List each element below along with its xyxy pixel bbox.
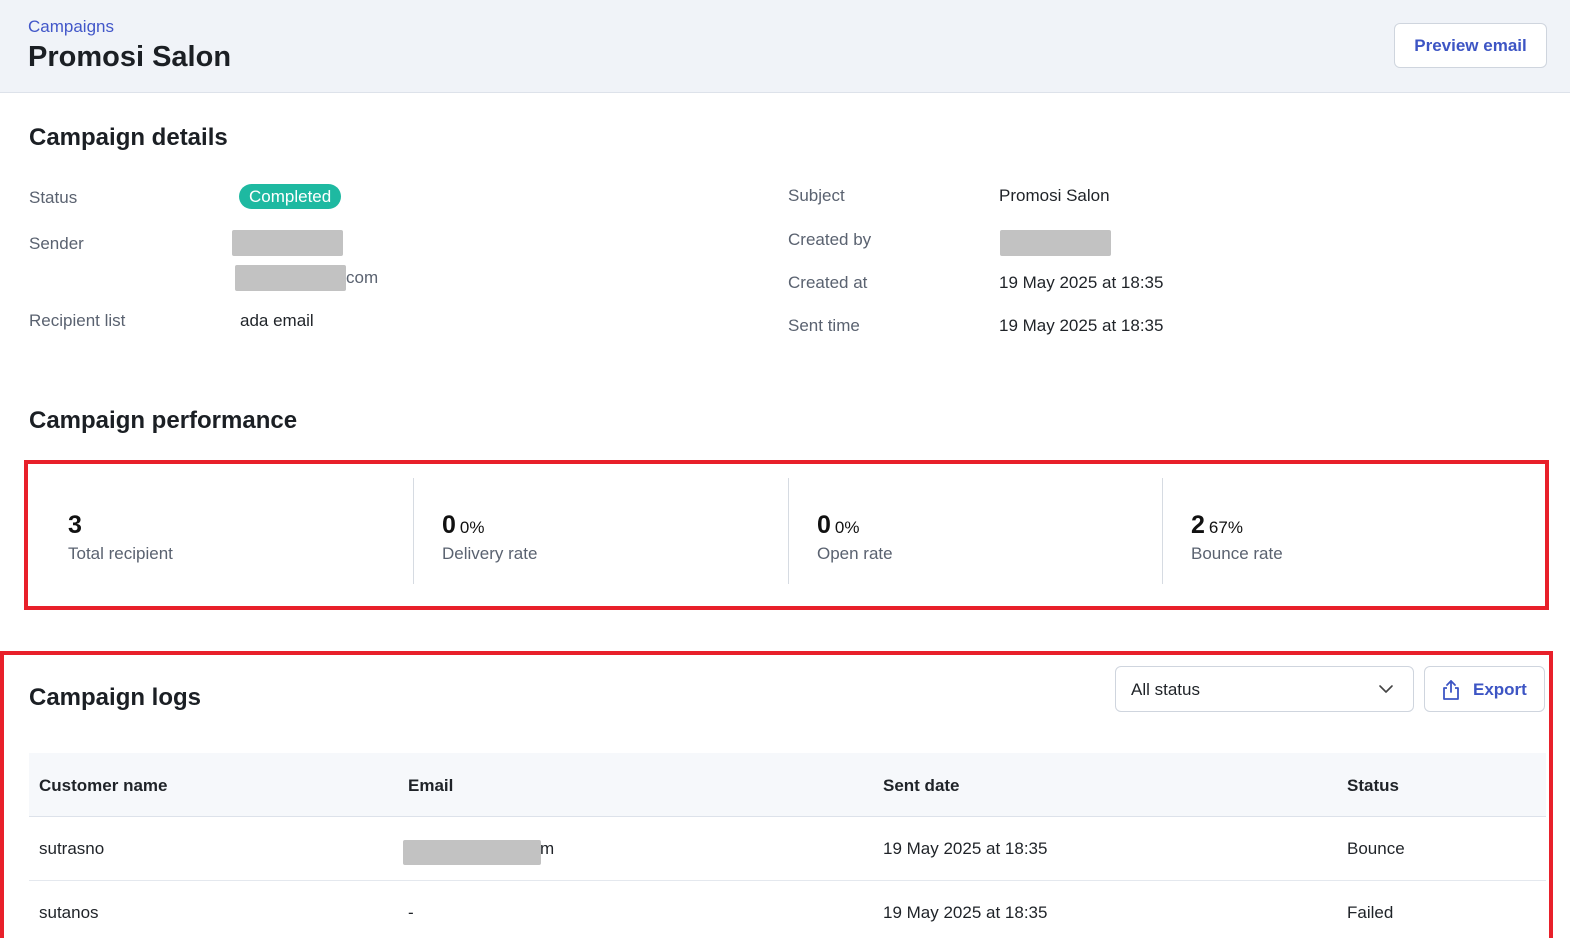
metric-divider bbox=[1162, 478, 1163, 584]
sent-time-value: 19 May 2025 at 18:35 bbox=[999, 316, 1164, 335]
column-customer-name[interactable]: Customer name bbox=[39, 776, 167, 796]
campaign-logs-title: Campaign logs bbox=[29, 684, 202, 711]
preview-email-button[interactable]: Preview email bbox=[1394, 23, 1547, 68]
breadcrumb-campaigns[interactable]: Campaigns bbox=[28, 17, 114, 37]
status-filter-select[interactable]: All status bbox=[1115, 666, 1414, 712]
column-email[interactable]: Email bbox=[408, 776, 453, 796]
sender-email-redacted bbox=[235, 265, 346, 291]
table-row[interactable]: sutrasno m 19 May 2025 at 18:35 Bounce bbox=[29, 817, 1546, 881]
export-label: Export bbox=[1473, 680, 1527, 699]
sender-name-redacted bbox=[232, 230, 343, 256]
metric-percent: 67% bbox=[1208, 518, 1243, 537]
recipient-list-label: Recipient list bbox=[29, 311, 126, 330]
metric-delivery-rate: 0 0% Delivery rate bbox=[442, 478, 772, 584]
campaign-performance-title: Campaign performance bbox=[29, 407, 298, 434]
metric-percent: 0% bbox=[459, 518, 485, 537]
metric-label: Open rate bbox=[817, 544, 893, 563]
created-by-redacted bbox=[1000, 230, 1111, 256]
cell-email: - bbox=[408, 903, 414, 922]
sent-time-label: Sent time bbox=[788, 316, 860, 335]
metric-label: Bounce rate bbox=[1191, 544, 1283, 563]
subject-label: Subject bbox=[788, 186, 845, 205]
sender-label: Sender bbox=[29, 234, 84, 253]
metric-value: 2 bbox=[1191, 511, 1205, 539]
metric-value: 0 bbox=[817, 511, 831, 539]
export-upload-icon bbox=[1443, 680, 1459, 700]
metric-open-rate: 0 0% Open rate bbox=[817, 478, 1147, 584]
status-badge: Completed bbox=[239, 184, 342, 209]
page-header: Campaigns Promosi Salon Preview email bbox=[0, 0, 1570, 93]
status-label: Status bbox=[29, 188, 78, 207]
created-by-label: Created by bbox=[788, 230, 872, 249]
metric-divider bbox=[788, 478, 789, 584]
created-at-value: 19 May 2025 at 18:35 bbox=[999, 273, 1164, 292]
logs-table-header: Customer name Email Sent date Status bbox=[29, 753, 1546, 817]
cell-email-suffix: m bbox=[540, 839, 555, 858]
metric-value: 3 bbox=[68, 511, 82, 539]
chevron-down-icon bbox=[1379, 685, 1393, 693]
campaign-details-title: Campaign details bbox=[29, 124, 228, 151]
metric-total-recipient: 3 Total recipient bbox=[68, 478, 398, 584]
cell-email-redacted bbox=[403, 840, 541, 865]
cell-status: Failed bbox=[1347, 903, 1394, 922]
created-at-label: Created at bbox=[788, 273, 868, 292]
export-button[interactable]: Export bbox=[1424, 666, 1545, 712]
metric-value: 0 bbox=[442, 511, 456, 539]
cell-status: Bounce bbox=[1347, 839, 1405, 858]
metric-divider bbox=[413, 478, 414, 584]
metric-percent: 0% bbox=[834, 518, 860, 537]
metric-label: Total recipient bbox=[68, 544, 173, 563]
cell-customer-name: sutrasno bbox=[39, 839, 105, 858]
page-title: Promosi Salon bbox=[28, 41, 232, 73]
cell-customer-name: sutanos bbox=[39, 903, 99, 922]
metric-label: Delivery rate bbox=[442, 544, 538, 563]
column-status[interactable]: Status bbox=[1347, 776, 1399, 796]
status-filter-value: All status bbox=[1131, 680, 1200, 699]
sender-email-suffix: com bbox=[346, 268, 379, 287]
metric-bounce-rate: 2 67% Bounce rate bbox=[1191, 478, 1521, 584]
subject-value: Promosi Salon bbox=[999, 186, 1110, 205]
table-row[interactable]: sutanos - 19 May 2025 at 18:35 Failed bbox=[29, 881, 1546, 938]
cell-sent-date: 19 May 2025 at 18:35 bbox=[883, 903, 1048, 922]
column-sent-date[interactable]: Sent date bbox=[883, 776, 960, 796]
recipient-list-value: ada email bbox=[240, 311, 314, 330]
cell-sent-date: 19 May 2025 at 18:35 bbox=[883, 839, 1048, 858]
